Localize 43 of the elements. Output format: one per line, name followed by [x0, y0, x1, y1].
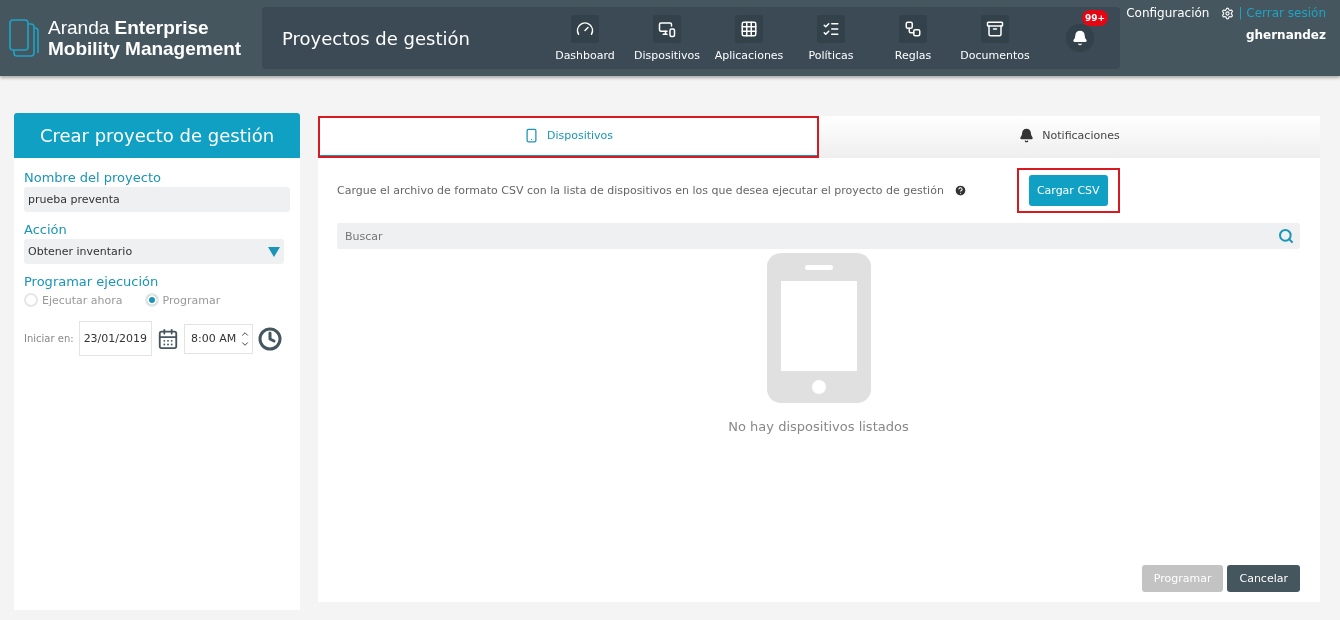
brand-name: Aranda Enterprise Mobility Management	[48, 17, 242, 59]
bell-icon	[1019, 128, 1035, 143]
panel-title: Crear proyecto de gestión	[14, 113, 300, 158]
tab[interactable]: Notificaciones	[819, 116, 1320, 158]
instructions-text: Cargue el archivo de formato CSV con la lista de dispositivos en los que desea ejecutar el proyecto de gestión	[337, 184, 944, 197]
nav-item[interactable]: Dispositivos	[626, 14, 708, 62]
devices-logo-icon	[8, 18, 40, 58]
calendar-icon[interactable]	[157, 327, 180, 350]
field-label: Acción	[24, 222, 68, 237]
settings-icon	[1221, 6, 1235, 20]
cabinet-icon	[986, 19, 1004, 38]
tab[interactable]: Dispositivos	[318, 116, 819, 158]
project-name-field[interactable]: prueba preventa	[24, 187, 290, 212]
notifications-button[interactable]	[1066, 24, 1094, 52]
username: ghernandez	[1245, 28, 1326, 42]
date-field[interactable]: 23/01/2019	[78, 321, 153, 356]
search-icon[interactable]	[1278, 228, 1294, 244]
nav-item[interactable]: Reglas	[872, 14, 954, 62]
devices-icon	[658, 19, 676, 38]
nav-item[interactable]: Dashboard	[544, 14, 626, 62]
clock-icon[interactable]	[258, 326, 283, 351]
smartphone-icon	[766, 253, 871, 403]
empty-message: No hay dispositivos listados	[728, 419, 909, 434]
nav-item[interactable]: Aplicaciones	[708, 14, 790, 62]
action-dropdown[interactable]: Obtener inventario	[24, 239, 284, 264]
field-label: Nombre del proyecto	[24, 170, 162, 185]
notification-count: 99+	[1081, 10, 1108, 26]
field-label: Programar ejecución	[24, 274, 160, 289]
help-icon[interactable]	[953, 184, 967, 197]
grid-icon	[740, 19, 758, 38]
time-field[interactable]: 8:00 AM	[184, 323, 254, 354]
nav-item[interactable]: Documentos	[954, 14, 1036, 62]
start-label: Iniciar en:	[24, 333, 74, 344]
nav-item[interactable]: Políticas	[790, 14, 872, 62]
settings-link[interactable]: Configuración	[1126, 6, 1210, 20]
search-field[interactable]: Buscar	[337, 223, 1300, 249]
cancel-button[interactable]: Cancelar	[1227, 565, 1300, 592]
workflow-icon	[904, 19, 922, 38]
page-title: Proyectos de gestión	[282, 27, 471, 49]
bell-icon	[1072, 30, 1088, 46]
phone-icon	[523, 128, 539, 143]
caret-icon	[268, 246, 280, 257]
gauge-icon	[576, 19, 594, 38]
